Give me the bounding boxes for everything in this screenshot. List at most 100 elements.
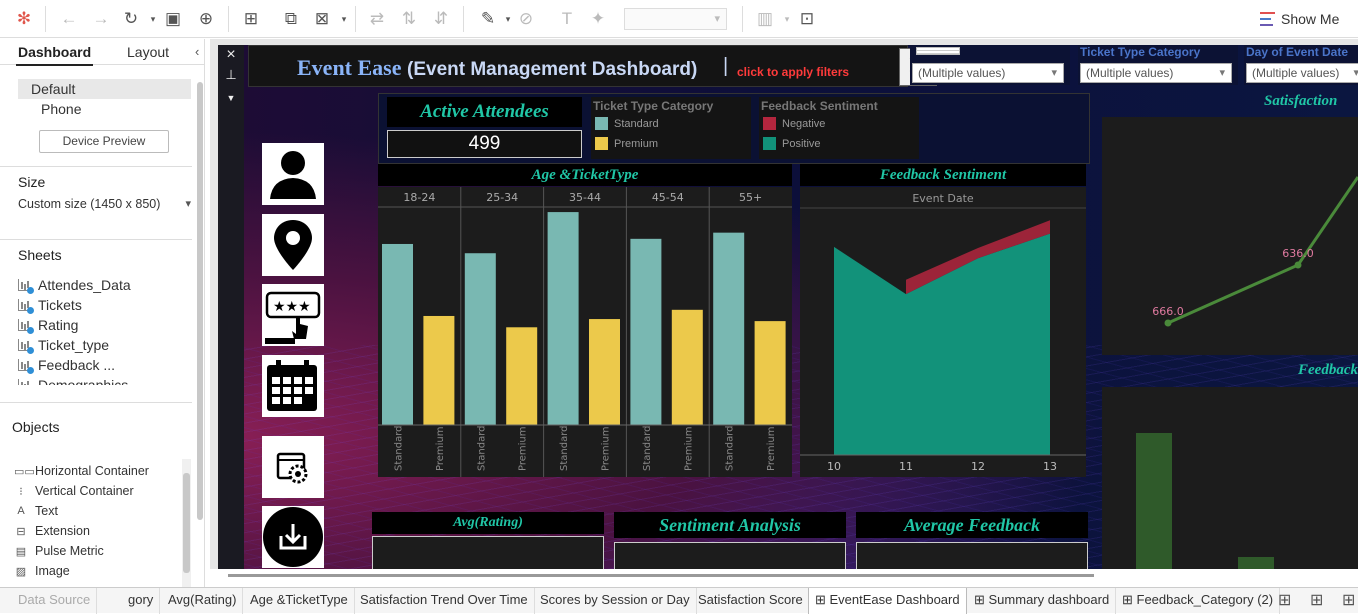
- new-worksheet-tab-icon[interactable]: ⊞: [1278, 590, 1291, 610]
- fit-select[interactable]: [624, 8, 727, 30]
- feedback-bar[interactable]: [1238, 557, 1274, 569]
- ticket-type-label: Premium: [766, 427, 777, 472]
- sheet-tab-active[interactable]: ⊞ EventEase Dashboard: [808, 588, 967, 614]
- replay-icon[interactable]: ↻: [120, 8, 142, 30]
- filter-select[interactable]: (Multiple values): [1246, 63, 1358, 83]
- sort-descending-icon[interactable]: ⇵: [430, 8, 452, 30]
- new-story-tab-icon[interactable]: ⊞: [1342, 590, 1355, 610]
- drag-handle-icon[interactable]: [916, 47, 960, 55]
- pin-icon[interactable]: ⊥: [224, 68, 238, 82]
- filter-select[interactable]: (Multiple values): [912, 63, 1064, 83]
- clear-dropdown-icon[interactable]: ▾: [333, 8, 355, 30]
- settings-calendar-nav-button[interactable]: [262, 436, 324, 498]
- calendar-nav-button[interactable]: [262, 355, 324, 417]
- legend-item[interactable]: Positive: [763, 137, 821, 150]
- object-item[interactable]: ▭▭ Horizontal Container: [14, 461, 184, 481]
- sheet-tab[interactable]: Satisfaction Score: [692, 588, 810, 614]
- divider: [0, 239, 192, 240]
- sheet-item[interactable]: Demographics: [18, 375, 193, 385]
- x-tick-label: 11: [899, 460, 913, 473]
- sheet-tab[interactable]: gory: [122, 588, 161, 614]
- object-item[interactable]: ▨ Image: [14, 561, 184, 581]
- object-item[interactable]: ⊟ Extension: [14, 521, 184, 541]
- show-me-button[interactable]: Show Me: [1260, 9, 1339, 29]
- sheet-item[interactable]: Feedback ...: [18, 355, 193, 375]
- location-nav-button[interactable]: [262, 214, 324, 276]
- more-options-icon[interactable]: ▼: [224, 91, 238, 105]
- sheet-tab[interactable]: Age &TicketType: [244, 588, 355, 614]
- remove-object-icon[interactable]: ×: [224, 47, 238, 63]
- legend-item[interactable]: Standard: [595, 117, 659, 130]
- feedback-right-title: Feedback: [1298, 362, 1358, 378]
- pin-axes-icon[interactable]: ✦: [587, 8, 609, 30]
- feedback-bar[interactable]: [1136, 433, 1172, 569]
- bar-premium: [506, 327, 538, 425]
- sort-ascending-icon[interactable]: ⇅: [398, 8, 420, 30]
- object-item[interactable]: ⁝ Vertical Container: [14, 481, 184, 501]
- tab-dashboard[interactable]: Dashboard: [15, 44, 94, 66]
- legend-label: Premium: [614, 137, 659, 150]
- sheet-tab-label: Feedback_Category (2): [1136, 592, 1274, 607]
- new-data-source-icon[interactable]: ⊕: [195, 8, 217, 30]
- objects-scrollbar[interactable]: [182, 459, 191, 587]
- presentation-mode-icon[interactable]: ⊡: [796, 8, 818, 30]
- sheet-item[interactable]: Tickets: [18, 295, 193, 315]
- undo-icon[interactable]: ←: [58, 8, 80, 30]
- tab-layout[interactable]: Layout: [127, 44, 169, 60]
- cards-dropdown-icon[interactable]: ▾: [776, 8, 798, 30]
- download-nav-button[interactable]: [262, 506, 324, 568]
- age-ticket-bar-chart[interactable]: 18-24 Standard Premium 25-34 Standard Premium…: [378, 187, 792, 477]
- worksheet-icon: [18, 319, 34, 334]
- sheet-tab[interactable]: ⊞ Feedback_Category (2): [1116, 588, 1281, 614]
- pulse-metric-icon: ▤: [15, 545, 27, 558]
- canvas-scrollbar[interactable]: [228, 574, 1094, 577]
- replay-dropdown-icon[interactable]: ▾: [142, 8, 164, 30]
- group-icon[interactable]: ⊘: [515, 8, 537, 30]
- object-item[interactable]: ▤ Pulse Metric: [14, 541, 184, 561]
- dashboard-title: Event Ease (Event Management Dashboard): [297, 55, 697, 81]
- show-cards-icon[interactable]: ▥: [754, 8, 776, 30]
- satisfaction-line-chart[interactable]: 666.0 636.0: [1102, 117, 1358, 355]
- click-hint: click to apply filters: [737, 65, 850, 79]
- object-item[interactable]: A Text: [14, 501, 184, 521]
- clear-sheet-icon[interactable]: ⊠: [311, 8, 333, 30]
- labels-icon[interactable]: T: [556, 8, 578, 30]
- sheet-tab[interactable]: Data Source: [12, 588, 98, 614]
- attendees-nav-button[interactable]: [262, 143, 324, 205]
- sheet-item[interactable]: Attendes_Data: [18, 275, 193, 295]
- x-tick-label: 12: [971, 460, 985, 473]
- highlight-icon[interactable]: ✎: [477, 8, 499, 30]
- save-icon[interactable]: ▣: [162, 8, 184, 30]
- sheet-tab[interactable]: Scores by Session or Day: [534, 588, 697, 614]
- legend-label: Positive: [782, 137, 821, 150]
- size-select[interactable]: Custom size (1450 x 850): [18, 197, 193, 211]
- sheet-item[interactable]: Ticket_type: [18, 335, 193, 355]
- panel-scrollbar[interactable]: [197, 82, 203, 520]
- filter-label: Ticket Type Category: [1080, 45, 1201, 59]
- device-default[interactable]: Default: [18, 79, 191, 99]
- sheet-tab[interactable]: ⊞ Summary dashboard: [968, 588, 1117, 614]
- object-label: Text: [35, 504, 58, 518]
- collapse-panel-icon[interactable]: ‹: [195, 44, 199, 59]
- worksheet-icon: [18, 279, 34, 294]
- sheets-list: Attendes_Data Tickets Rating Ticket_type…: [18, 275, 193, 385]
- sheet-tab-label: EventEase Dashboard: [829, 592, 960, 607]
- ticket-type-label: Standard: [642, 426, 653, 472]
- rating-nav-button[interactable]: ★★★: [262, 284, 324, 346]
- new-dashboard-tab-icon[interactable]: ⊞: [1310, 590, 1323, 610]
- sheet-item[interactable]: Rating: [18, 315, 193, 335]
- data-label: 666.0: [1152, 305, 1184, 318]
- new-worksheet-icon[interactable]: ⊞: [240, 8, 262, 30]
- legend-item[interactable]: Premium: [595, 137, 658, 150]
- redo-icon[interactable]: →: [90, 8, 112, 30]
- device-phone[interactable]: Phone: [18, 99, 191, 119]
- feedback-sentiment-area-chart[interactable]: Event Date 10 11 12 13: [800, 187, 1086, 477]
- legend-item[interactable]: Negative: [763, 117, 825, 130]
- duplicate-icon[interactable]: ⧉: [280, 8, 302, 30]
- sheet-tab[interactable]: Avg(Rating): [162, 588, 244, 614]
- swap-icon[interactable]: ⇄: [366, 8, 388, 30]
- device-preview-button[interactable]: Device Preview: [39, 130, 169, 153]
- tableau-logo-icon[interactable]: ✻: [13, 8, 35, 30]
- sheet-tab[interactable]: Satisfaction Trend Over Time: [354, 588, 535, 614]
- filter-select[interactable]: (Multiple values): [1080, 63, 1232, 83]
